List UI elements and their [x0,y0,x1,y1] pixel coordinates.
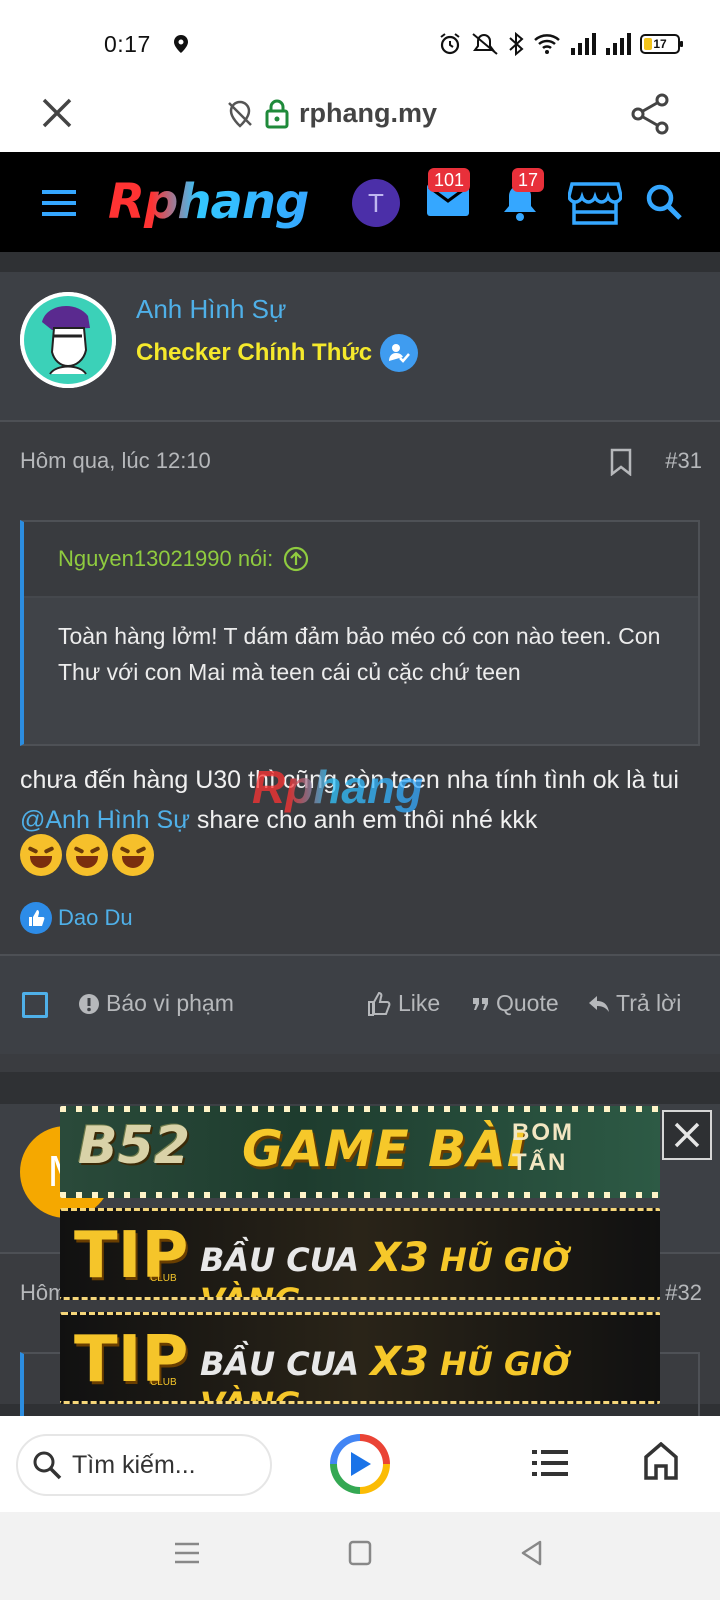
ad-banner-tip-2[interactable]: TIP CLUB BẦU CUA X3 HŨ GIỜ VÀNG [60,1312,660,1404]
location-icon [174,35,188,53]
ad-banner-tip-1[interactable]: TIP CLUB BẦU CUA X3 HŨ GIỜ VÀNG [60,1208,660,1300]
quote-block: Nguyen13021990 nói: Toàn hàng lởm! T dám… [20,520,700,746]
emoji-row [20,834,154,876]
close-icon[interactable] [38,94,76,132]
author-title-text: Checker Chính Thức [136,339,373,366]
ad-close-button[interactable] [662,1110,712,1160]
browser-bottom-bar: Tìm kiếm... [0,1416,720,1512]
quote-header[interactable]: Nguyen13021990 nói: [24,522,698,598]
search-icon[interactable] [644,182,684,222]
arrow-up-circle-icon[interactable] [283,546,309,572]
post-user-block: Anh Hình Sự Checker Chính Thức [0,272,720,422]
site-header: Rphang T 101 17 [0,152,720,252]
author-name[interactable]: Anh Hình Sự [136,294,286,325]
home-square-icon[interactable] [348,1540,372,1566]
url-bar: rphang.my [0,80,720,152]
report-label: Báo vi phạm [106,990,234,1016]
thumbs-up-outline-icon [368,991,391,1016]
site-logo[interactable]: Rphang [108,174,309,230]
quote-text: Toàn hàng lởm! T dám đảm bảo méo có con … [24,598,698,744]
tracking-off-icon[interactable] [225,99,255,129]
status-bar: 0:17 17 [0,0,720,80]
ad-tip-x3: X3 [370,1235,429,1281]
ad-b52-headline: GAME BÀI [242,1120,527,1178]
like-button[interactable]: Like [366,990,440,1017]
search-icon [33,1451,62,1480]
alerts-badge: 17 [512,168,545,192]
media-play-button[interactable] [330,1434,390,1494]
post-number[interactable]: #31 [665,448,702,474]
ad-b52-brand: B52 [78,1116,190,1176]
messages-badge: 101 [428,168,471,192]
wifi-icon [534,34,560,54]
rofl-emoji-icon [112,834,154,876]
search-placeholder: Tìm kiếm... [72,1450,196,1479]
ad-b52-tagline: BOM TẤN [512,1118,574,1178]
verified-user-icon [380,334,419,372]
recents-menu-icon[interactable] [174,1540,200,1566]
reactions-bar[interactable]: Dao Du [20,902,133,934]
alert-icon [79,993,99,1014]
ad-tip-text1: BẦU CUA [200,1241,360,1279]
close-icon [674,1122,700,1148]
author-title: Checker Chính Thức [136,334,419,372]
select-post-checkbox[interactable] [22,992,48,1018]
status-time: 0:17 [104,31,151,57]
post-actions: Báo vi phạm Like Quote Trả lời [0,954,720,1054]
reply-label: Trả lời [616,990,682,1016]
next-post-number[interactable]: #32 [665,1280,702,1306]
rofl-emoji-icon [66,834,108,876]
liked-by-name[interactable]: Dao Du [58,905,133,931]
thumbs-up-icon [20,902,52,934]
alerts-button[interactable]: 17 [500,168,545,227]
back-icon[interactable] [520,1540,544,1566]
battery-icon: 17 [640,34,683,54]
share-icon[interactable] [628,92,672,136]
menu-icon[interactable] [40,188,78,218]
play-icon [351,1452,371,1476]
ad-tip-club: CLUB [150,1273,177,1284]
report-button[interactable]: Báo vi phạm [78,990,234,1017]
user-avatar[interactable]: T [352,179,400,227]
ad-b52-tagline-1: BOM [512,1119,574,1146]
ad-tip-x3: X3 [370,1339,429,1385]
signal-icon-2 [606,33,631,55]
search-input[interactable]: Tìm kiếm... [16,1434,272,1496]
ad-tip-text: BẦU CUA X3 HŨ GIỜ VÀNG [200,1339,660,1401]
store-icon[interactable] [568,180,622,226]
list-icon[interactable] [532,1448,568,1478]
url-display[interactable]: rphang.my [225,98,437,129]
ad-tip-text: BẦU CUA X3 HŨ GIỜ VÀNG [200,1235,660,1297]
avatar-illustration [20,292,116,388]
system-nav-bar [0,1512,720,1600]
bookmark-icon[interactable] [610,448,632,476]
rofl-emoji-icon [20,834,62,876]
post: Anh Hình Sự Checker Chính Thức Hôm qua, … [0,272,720,1072]
quote-author: Nguyen13021990 nói: [58,546,274,571]
battery-level: 17 [653,37,667,51]
quote-button[interactable]: Quote [472,990,559,1017]
bluetooth-icon [509,32,524,56]
alarm-icon [440,33,460,55]
signal-icon [571,33,596,55]
ad-b52-tagline-2: TẤN [512,1149,568,1176]
like-label: Like [398,990,441,1016]
watermark-logo: Rphang [252,761,424,813]
author-avatar[interactable] [20,292,116,388]
ad-tip-text1: BẦU CUA [200,1345,360,1383]
reply-button[interactable]: Trả lời [588,990,681,1017]
ad-banner-b52[interactable]: B52 GAME BÀI BOM TẤN [60,1106,660,1198]
quote-label: Quote [496,990,559,1016]
ad-tip-club: CLUB [150,1377,177,1388]
home-icon[interactable] [644,1442,678,1480]
quote-icon [473,997,488,1010]
messages-button[interactable]: 101 [426,168,471,223]
mute-icon [472,33,498,55]
post-time[interactable]: Hôm qua, lúc 12:10 [20,448,211,474]
user-mention[interactable]: @Anh Hình Sự [20,806,190,834]
reply-icon [589,995,609,1012]
lock-icon [265,99,289,128]
url-text: rphang.my [299,98,438,128]
